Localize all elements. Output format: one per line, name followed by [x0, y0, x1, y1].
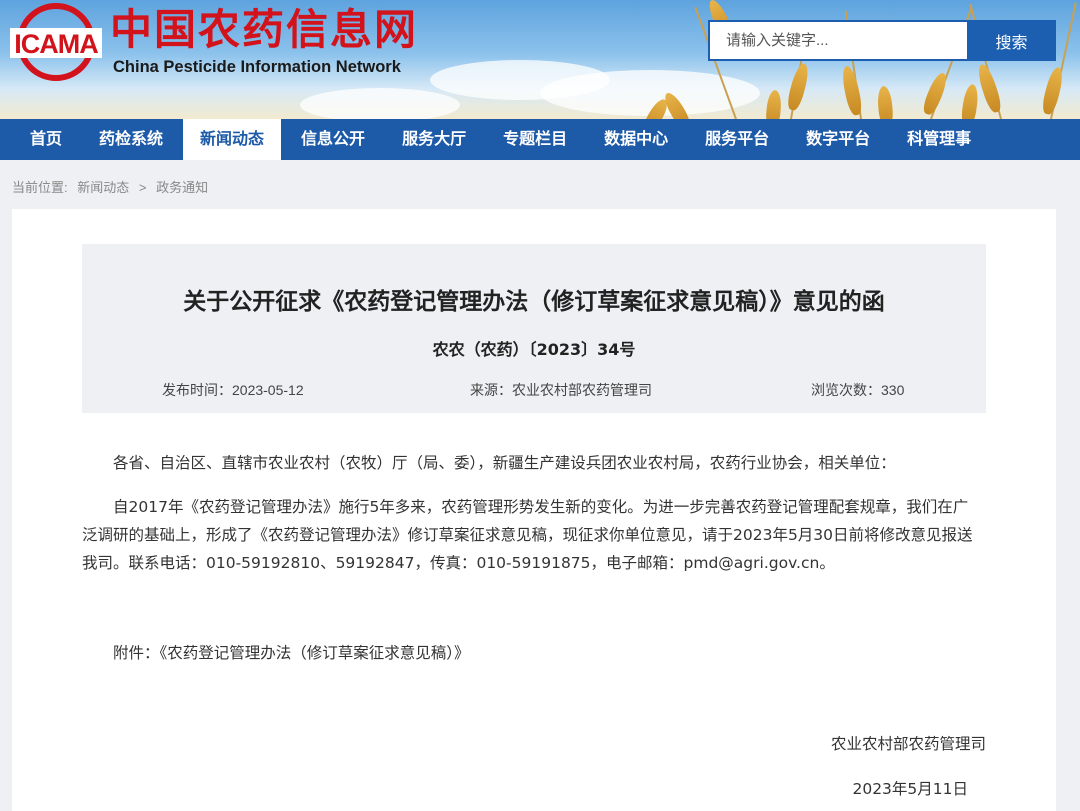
search-bar: 搜索	[708, 20, 1056, 61]
nav-item-drug-inspection[interactable]: 药检系统	[89, 119, 173, 160]
nav-item-data-center[interactable]: 数据中心	[594, 119, 678, 160]
nav-item-home[interactable]: 首页	[20, 119, 72, 160]
breadcrumb-prefix: 当前位置:	[12, 180, 68, 195]
view-count: 浏览次数：330	[811, 382, 905, 398]
article-title: 关于公开征求《农药登记管理办法（修订草案征求意见稿）》意见的函	[183, 289, 885, 315]
site-header: ICAMA 中国农药信息网 China Pesticide Informatio…	[0, 0, 1080, 119]
main-nav: 首页 药检系统 新闻动态 信息公开 服务大厅 专题栏目 数据中心 服务平台 数字…	[0, 119, 1080, 160]
attachment-label: 附件：	[113, 644, 160, 662]
paragraph-line-3: 我司。联系电话：010-59192810、59192847，传真：010-591…	[82, 554, 835, 572]
article-source: 来源：农业农村部农药管理司	[470, 382, 652, 398]
publish-time: 发布时间：2023-05-12	[162, 382, 304, 398]
article-panel: 关于公开征求《农药登记管理办法（修订草案征求意见稿）》意见的函 农农（农药）〔2…	[12, 209, 1056, 811]
breadcrumb-separator: >	[138, 180, 147, 195]
nav-item-info-disclosure[interactable]: 信息公开	[291, 119, 375, 160]
cloud-decoration	[300, 88, 460, 119]
attachment-link[interactable]: 《农药登记管理办法（修订草案征求意见稿）》	[160, 644, 470, 662]
search-button[interactable]: 搜索	[967, 20, 1056, 61]
signature-date: 2023年5月11日	[852, 780, 968, 798]
site-name-cn[interactable]: 中国农药信息网	[110, 4, 418, 56]
breadcrumb: 当前位置: 新闻动态 > 政务通知	[12, 177, 214, 196]
site-name-en[interactable]: China Pesticide Information Network	[113, 57, 401, 77]
nav-item-digital-platform[interactable]: 数字平台	[796, 119, 880, 160]
nav-item-news[interactable]: 新闻动态	[183, 119, 282, 160]
nav-item-special-topics[interactable]: 专题栏目	[493, 119, 577, 160]
paragraph-line-2: 泛调研的基础上，形成了《农药登记管理办法》修订草案征求意见稿，现征求你单位意见，…	[82, 526, 973, 544]
icama-logo-icon[interactable]: ICAMA	[10, 3, 102, 81]
article-header: 关于公开征求《农药登记管理办法（修订草案征求意见稿）》意见的函 农农（农药）〔2…	[82, 244, 986, 413]
breadcrumb-news[interactable]: 新闻动态	[77, 180, 129, 195]
paragraph-line-1: 自2017年《农药登记管理办法》施行5年多来，农药管理形势发生新的变化。为进一步…	[113, 498, 969, 516]
nav-item-science-management[interactable]: 科管理事	[897, 119, 981, 160]
svg-text:ICAMA: ICAMA	[14, 29, 98, 59]
signature-org: 农业农村部农药管理司	[830, 735, 986, 753]
nav-item-service-platform[interactable]: 服务平台	[695, 119, 779, 160]
document-number: 农农（农药）〔2023〕34号	[432, 340, 636, 359]
nav-item-service-hall[interactable]: 服务大厅	[392, 119, 476, 160]
search-input[interactable]	[708, 20, 967, 61]
salutation: 各省、自治区、直辖市农业农村（农牧）厅（局、委），新疆生产建设兵团农业农村局，农…	[113, 454, 896, 472]
attachment-row: 附件：《农药登记管理办法（修订草案征求意见稿）》	[82, 640, 986, 666]
breadcrumb-gov-notice[interactable]: 政务通知	[156, 180, 208, 195]
